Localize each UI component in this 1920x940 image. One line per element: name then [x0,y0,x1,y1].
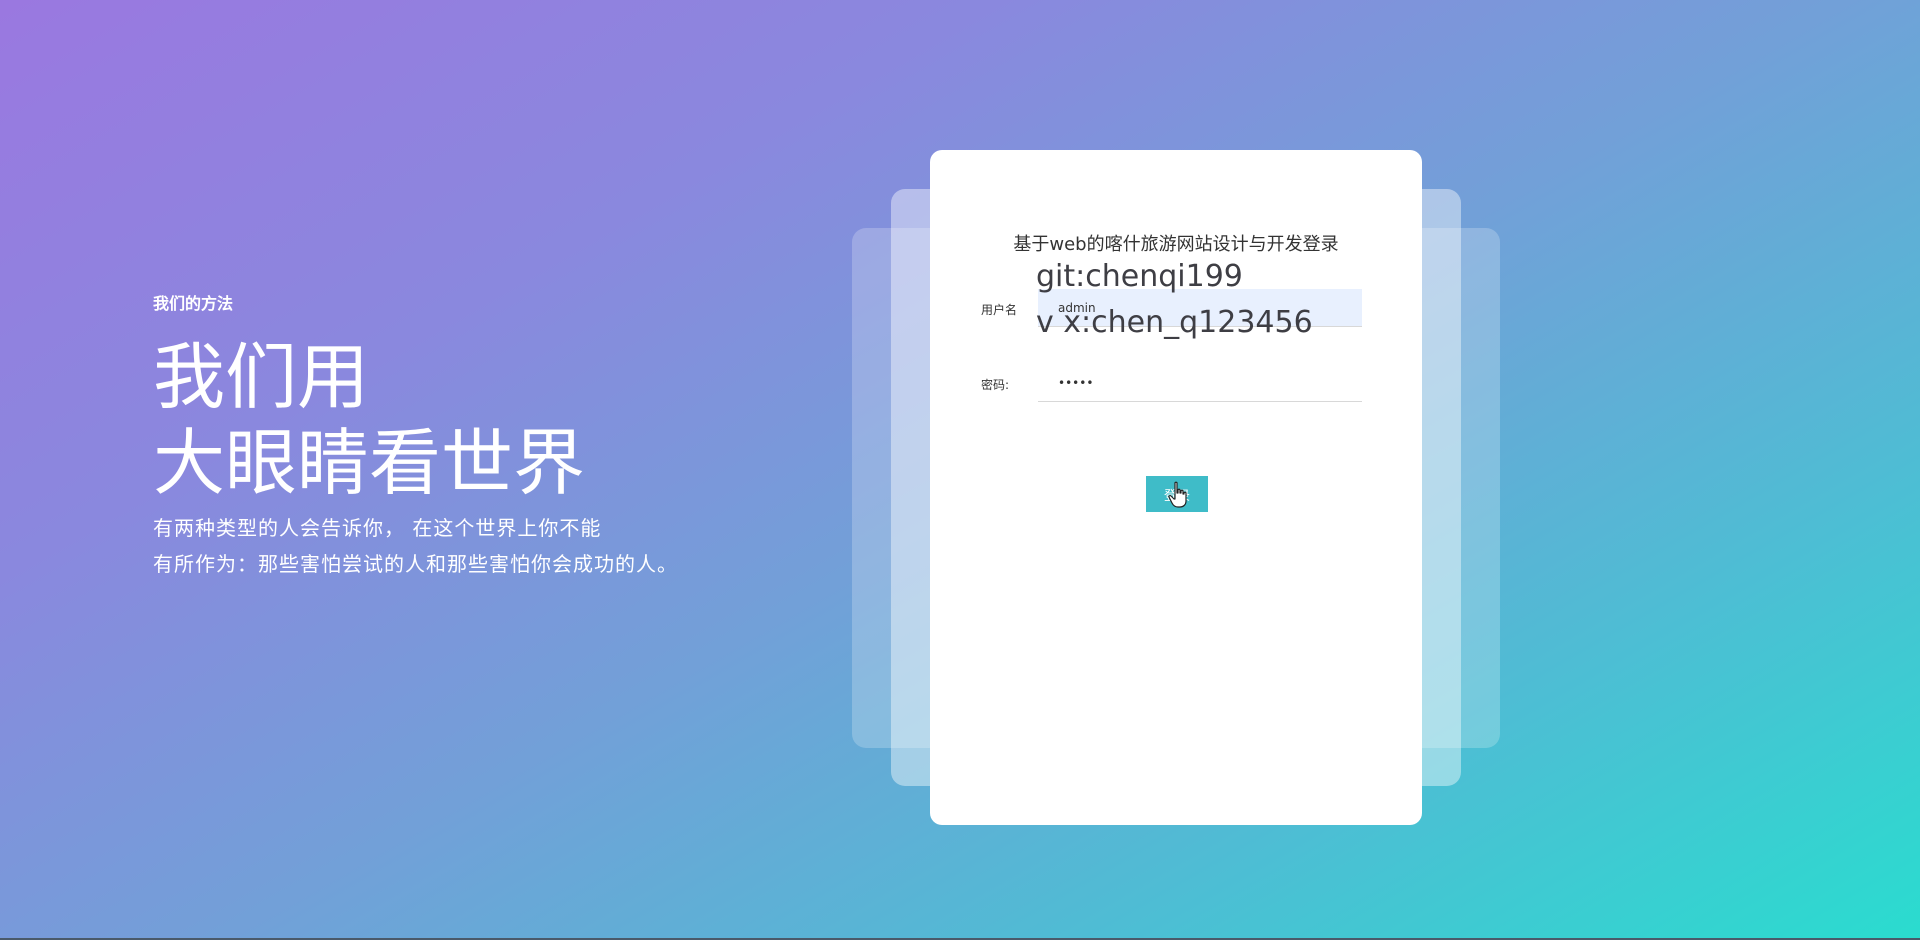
hand-pointer-icon [1168,481,1187,508]
hero-description-line1: 有两种类型的人会告诉你， 在这个世界上你不能 [153,516,602,540]
hero-title-line2: 大眼睛看世界 [153,421,586,505]
hero-description-line2: 有所作为：那些害怕尝试的人和那些害怕你会成功的人。 [153,552,678,576]
hero-kicker: 我们的方法 [153,294,234,313]
username-label: 用户名 [981,303,1018,317]
hero-title: 我们用 大眼睛看世界 [153,334,585,506]
username-field[interactable] [1038,289,1362,327]
login-title: 基于web的喀什旅游网站设计与开发登录 [1013,234,1339,255]
password-field[interactable] [1038,364,1362,402]
hero-title-line1: 我们用 [153,335,370,419]
password-label: 密码: [981,378,1010,392]
hero-description: 有两种类型的人会告诉你， 在这个世界上你不能 有所作为：那些害怕尝试的人和那些害… [153,510,678,582]
